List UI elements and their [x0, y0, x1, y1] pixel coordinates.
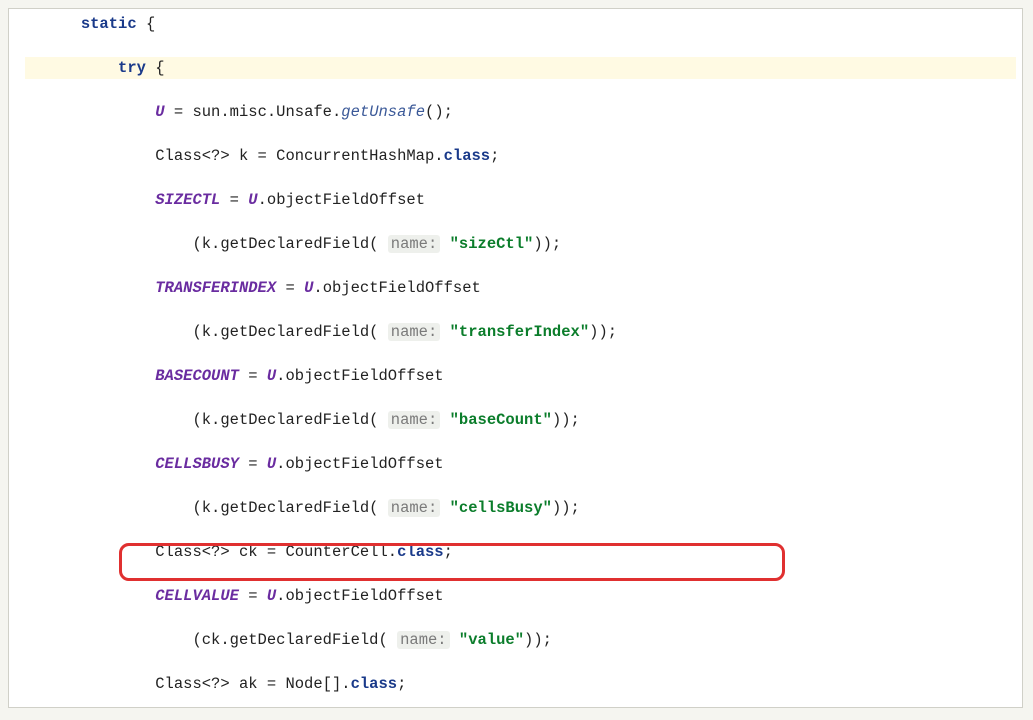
- keyword-try: try: [118, 59, 146, 77]
- field-U-ref: U: [267, 367, 276, 385]
- method-getDeclaredField: getDeclaredField: [220, 323, 369, 341]
- field-CELLVALUE: CELLVALUE: [155, 587, 239, 605]
- param-hint: name:: [388, 499, 441, 517]
- field-U-ref: U: [267, 455, 276, 473]
- expr: (k.: [192, 411, 220, 429]
- field-U: U: [155, 103, 164, 121]
- expr: (k.: [192, 499, 220, 517]
- method-objectFieldOffset: objectFieldOffset: [285, 455, 443, 473]
- method-getDeclaredField: getDeclaredField: [220, 235, 369, 253]
- method-getUnsafe: getUnsafe: [341, 103, 425, 121]
- method-objectFieldOffset: objectFieldOffset: [267, 191, 425, 209]
- decl-ak: Class<?> ak = Node[]: [155, 675, 341, 693]
- field-U-ref: U: [248, 191, 257, 209]
- code-block: static { try { U = sun.misc.Unsafe.getUn…: [9, 13, 1022, 708]
- method-objectFieldOffset: objectFieldOffset: [323, 279, 481, 297]
- param-hint: name:: [388, 411, 441, 429]
- field-BASECOUNT: BASECOUNT: [155, 367, 239, 385]
- field-U-ref: U: [304, 279, 313, 297]
- field-TRANSFERINDEX: TRANSFERINDEX: [155, 279, 276, 297]
- keyword-class: class: [351, 675, 398, 693]
- keyword-static: static: [81, 15, 137, 33]
- decl-k: Class<?> k = ConcurrentHashMap: [155, 147, 434, 165]
- field-CELLSBUSY: CELLSBUSY: [155, 455, 239, 473]
- qualified-name: sun.misc.Unsafe: [192, 103, 332, 121]
- decl-ck: Class<?> ck = CounterCell: [155, 543, 388, 561]
- param-hint: name:: [388, 235, 441, 253]
- string-baseCount: "baseCount": [450, 411, 552, 429]
- method-objectFieldOffset: objectFieldOffset: [285, 587, 443, 605]
- keyword-class: class: [397, 543, 444, 561]
- string-cellsBusy: "cellsBusy": [450, 499, 552, 517]
- method-getDeclaredField: getDeclaredField: [220, 411, 369, 429]
- method-getDeclaredField: getDeclaredField: [220, 499, 369, 517]
- string-sizeCtl: "sizeCtl": [450, 235, 534, 253]
- code-editor[interactable]: static { try { U = sun.misc.Unsafe.getUn…: [8, 8, 1023, 708]
- param-hint: name:: [397, 631, 450, 649]
- expr: (k.: [192, 235, 220, 253]
- expr: (ck.: [192, 631, 229, 649]
- string-value: "value": [459, 631, 524, 649]
- keyword-class: class: [444, 147, 491, 165]
- field-U-ref: U: [267, 587, 276, 605]
- field-SIZECTL: SIZECTL: [155, 191, 220, 209]
- expr: (k.: [192, 323, 220, 341]
- string-transferIndex: "transferIndex": [450, 323, 590, 341]
- method-objectFieldOffset: objectFieldOffset: [285, 367, 443, 385]
- method-getDeclaredField: getDeclaredField: [230, 631, 379, 649]
- param-hint: name:: [388, 323, 441, 341]
